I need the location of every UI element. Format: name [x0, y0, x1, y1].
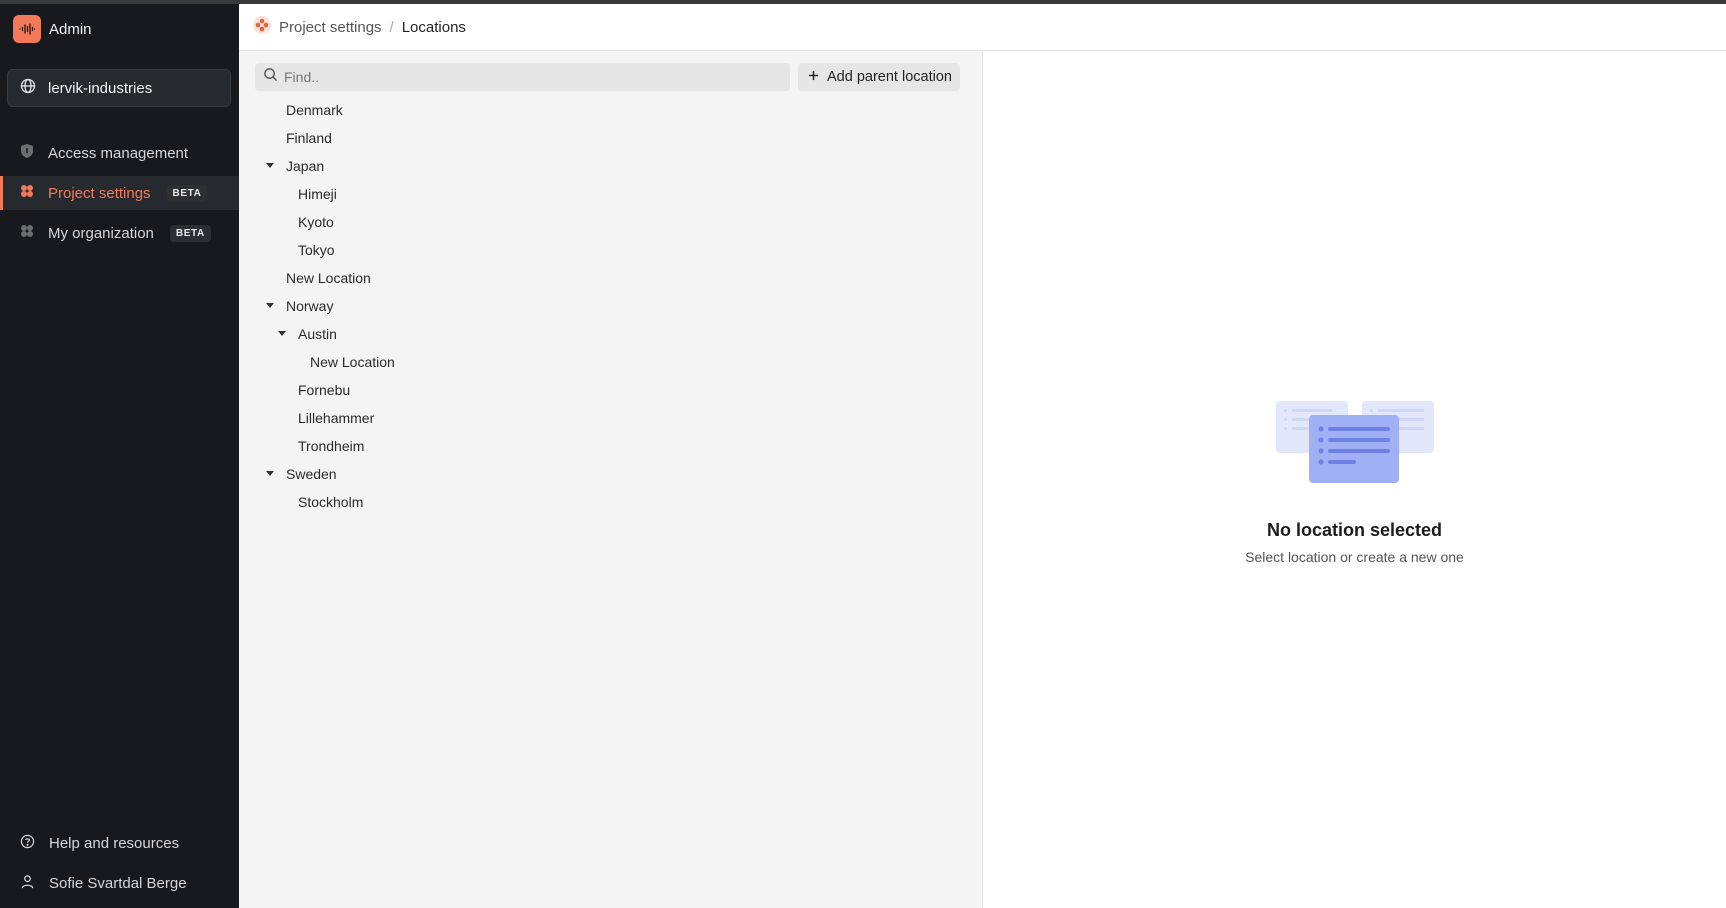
tree-item-label: Lillehammer	[298, 410, 375, 426]
sidebar-item-user[interactable]: Sofie Svartdal Berge	[0, 866, 239, 900]
empty-state: No location selected Select location or …	[983, 401, 1726, 565]
tree-item[interactable]: Denmark	[239, 96, 983, 124]
tree-item-label: Norway	[286, 298, 334, 314]
sidebar-bottom-nav: Help and resources Sofie Svartdal Berge	[0, 826, 239, 906]
tree-item[interactable]: Lillehammer	[239, 404, 983, 432]
add-button-label: Add parent location	[827, 69, 952, 85]
tree-item[interactable]: New Location	[239, 264, 983, 292]
project-settings-icon	[20, 184, 34, 202]
breadcrumb-current: Locations	[401, 18, 466, 36]
locations-pane: Add parent location Denmark Finland Japan H…	[239, 51, 983, 908]
sidebar-item-label: Project settings	[48, 184, 151, 202]
tree-item[interactable]: Himeji	[239, 180, 983, 208]
tree-item[interactable]: Stockholm	[239, 488, 983, 516]
globe-icon	[20, 78, 36, 98]
empty-list-illustration-icon	[1275, 401, 1434, 490]
tree-item-label: New Location	[310, 354, 395, 370]
sidebar-item-label: Sofie Svartdal Berge	[49, 874, 187, 892]
tree-item[interactable]: Japan	[239, 152, 983, 180]
tree-item[interactable]: New Location	[239, 348, 983, 376]
caret-down-icon[interactable]	[265, 301, 275, 311]
location-detail-pane: No location selected Select location or …	[983, 51, 1726, 908]
empty-state-subtitle: Select location or create a new one	[1245, 549, 1464, 565]
sidebar-item-my-organization[interactable]: My organization BETA	[0, 216, 239, 250]
organization-icon	[20, 224, 34, 242]
tree-item[interactable]: Trondheim	[239, 432, 983, 460]
locations-toolbar: Add parent location	[255, 63, 960, 91]
tree-item-label: Kyoto	[298, 214, 334, 230]
search-input[interactable]	[284, 69, 764, 85]
help-icon	[20, 834, 35, 853]
shield-icon	[20, 143, 34, 163]
sidebar-nav: Access management Project settings BETA …	[0, 136, 239, 256]
main-area: Project settings / Locations Find.. Add …	[239, 4, 1726, 908]
search-box	[255, 63, 790, 91]
sidebar-item-project-settings[interactable]: Project settings BETA	[0, 176, 239, 210]
plus-icon	[808, 69, 819, 85]
project-settings-icon	[253, 16, 271, 38]
tree-item-label: Himeji	[298, 186, 337, 202]
tree-item-label: Tokyo	[298, 242, 335, 258]
sidebar-item-access-management[interactable]: Access management	[0, 136, 239, 170]
app-title: Admin	[49, 20, 92, 38]
tree-item[interactable]: Fornebu	[239, 376, 983, 404]
sidebar-item-label: Help and resources	[49, 834, 180, 852]
breadcrumb-separator: /	[389, 18, 394, 36]
tree-item-label: Stockholm	[298, 494, 364, 510]
tree-item[interactable]: Norway	[239, 292, 983, 320]
tree-item[interactable]: Tokyo	[239, 236, 983, 264]
sidebar-item-help[interactable]: Help and resources	[0, 826, 239, 860]
location-tree: Denmark Finland Japan Himeji Kyoto Tokyo New L…	[239, 96, 983, 516]
tree-item-label: Denmark	[286, 102, 343, 118]
empty-state-title: No location selected	[1266, 520, 1443, 540]
content: Add parent location Denmark Finland Japan H…	[239, 51, 1726, 908]
tree-item[interactable]: Austin	[239, 320, 983, 348]
breadcrumb-parent[interactable]: Project settings	[279, 19, 382, 36]
tree-item-label: New Location	[286, 270, 371, 286]
app-logo-icon	[13, 15, 41, 43]
beta-badge: BETA	[169, 224, 211, 242]
app-frame: Admin lervik-industries Access managemen…	[0, 4, 1726, 908]
project-name: lervik-industries	[48, 79, 153, 97]
beta-badge: BETA	[166, 184, 208, 202]
tree-item[interactable]: Kyoto	[239, 208, 983, 236]
tree-item-label: Trondheim	[298, 438, 365, 454]
caret-down-icon[interactable]	[265, 161, 275, 171]
tree-item-label: Japan	[286, 158, 325, 174]
caret-down-icon[interactable]	[277, 329, 287, 339]
sidebar-item-label: Access management	[48, 144, 189, 162]
search-icon	[263, 67, 278, 87]
tree-item-label: Austin	[298, 326, 337, 342]
tree-item[interactable]: Sweden	[239, 460, 983, 488]
add-parent-location-button[interactable]: Add parent location	[798, 63, 960, 91]
sidebar: Admin lervik-industries Access managemen…	[0, 4, 239, 908]
project-switcher[interactable]: lervik-industries	[7, 69, 231, 107]
tree-item-label: Sweden	[286, 466, 337, 482]
caret-down-icon[interactable]	[265, 469, 275, 479]
breadcrumb: Project settings / Locations	[239, 4, 1726, 51]
tree-item[interactable]: Finland	[239, 124, 983, 152]
tree-item-label: Finland	[286, 130, 332, 146]
sidebar-item-label: My organization	[48, 224, 154, 242]
brand[interactable]: Admin	[13, 15, 92, 43]
user-icon	[20, 874, 35, 893]
tree-item-label: Fornebu	[298, 382, 351, 398]
